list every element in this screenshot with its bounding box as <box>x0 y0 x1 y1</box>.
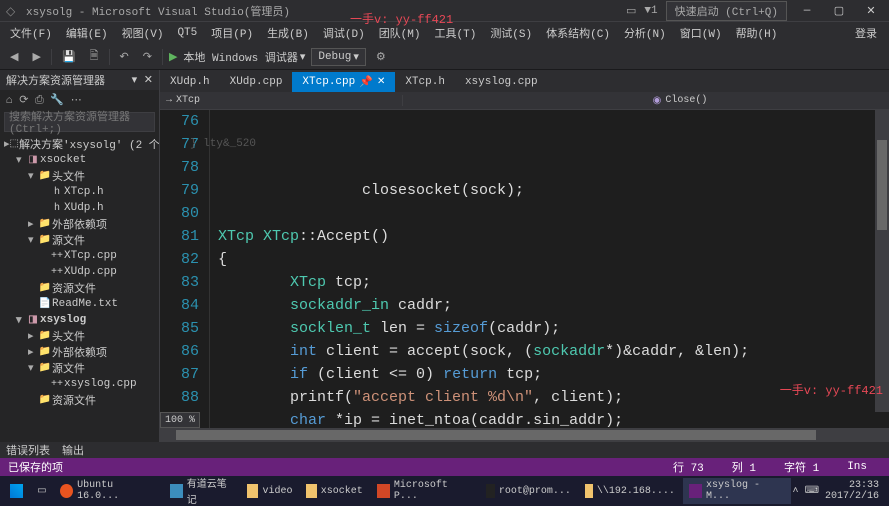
tab-xsyslog-cpp[interactable]: xsyslog.cpp <box>455 72 548 92</box>
debugger-dropdown[interactable]: 本地 Windows 调试器▾ <box>183 49 305 65</box>
solution-tree: ▸⬚解决方案'xsysolg' (2 个项目) ▾◨xsocket ▾📁头文件 … <box>0 134 159 442</box>
nav-member[interactable]: ◉Close() <box>647 95 889 107</box>
save-all-button[interactable]: 🗎 <box>86 45 103 68</box>
tab-xtcp-cpp[interactable]: XTcp.cpp📌✕ <box>292 72 395 92</box>
status-col: 列 1 <box>718 459 770 475</box>
folder-headers[interactable]: ▾📁头文件 <box>0 168 159 184</box>
file-xsyslog-cpp[interactable]: ++xsyslog.cpp <box>0 376 159 392</box>
notification-icon[interactable]: ▭ <box>626 4 636 18</box>
menu-qt5[interactable]: QT5 <box>171 25 203 41</box>
solution-search[interactable]: 搜索解决方案资源管理器(Ctrl+;) <box>4 112 155 132</box>
nav-bar: →XTcp ◉Close() <box>160 92 889 110</box>
file-readme[interactable]: 📄ReadMe.txt <box>0 296 159 312</box>
save-button[interactable]: 💾 <box>58 48 80 66</box>
menu-edit[interactable]: 编辑(E) <box>60 23 114 43</box>
file-xtcp-cpp[interactable]: ++XTcp.cpp <box>0 248 159 264</box>
tray-ime-icon[interactable]: ⌨ <box>805 485 819 497</box>
login-button[interactable]: 登录 <box>855 25 885 41</box>
task-powerpoint[interactable]: Microsoft P... <box>371 478 479 504</box>
play-icon: ▶ <box>169 50 177 64</box>
editor-tabs: XUdp.h XUdp.cpp XTcp.cpp📌✕ XTcp.h xsyslo… <box>160 70 889 92</box>
back-button[interactable]: ◀ <box>6 48 22 66</box>
file-xudp-cpp[interactable]: ++XUdp.cpp <box>0 264 159 280</box>
menu-help[interactable]: 帮助(H) <box>730 23 784 43</box>
feedback-flag[interactable]: ▼1 <box>644 5 657 17</box>
zoom-level[interactable]: 100 % <box>160 412 200 428</box>
file-xudp-h[interactable]: hXUdp.h <box>0 200 159 216</box>
titlebar: ◇ xsysolg - Microsoft Visual Studio(管理员)… <box>0 0 889 22</box>
menu-arch[interactable]: 体系结构(C) <box>540 23 616 43</box>
toolbar: ◀ ▶ 💾 🗎 ↶ ↷ ▶ 本地 Windows 调试器▾ Debug▾ ⚙ <box>0 44 889 70</box>
folder-source-2[interactable]: ▾📁源文件 <box>0 360 159 376</box>
pin-icon[interactable]: 📌 <box>359 75 373 89</box>
pane-header[interactable]: 解决方案资源管理器▾ ✕ <box>0 70 159 90</box>
tab-xtcp-h[interactable]: XTcp.h <box>395 72 455 92</box>
status-message: 已保存的项 <box>8 459 63 475</box>
vs-icon: ◇ <box>6 4 20 18</box>
tab-xudp-cpp[interactable]: XUdp.cpp <box>220 72 293 92</box>
tray-up-icon[interactable]: ˄ <box>793 486 799 497</box>
task-youdao[interactable]: 有道云笔记 <box>164 478 240 504</box>
task-ubuntu[interactable]: Ubuntu 16.0... <box>54 478 162 504</box>
solution-root[interactable]: ▸⬚解决方案'xsysolg' (2 个项目) <box>0 136 159 152</box>
folder-external[interactable]: ▸📁外部依赖项 <box>0 216 159 232</box>
solution-toolbar[interactable]: ⌂ ⟳ ⎙ 🔧 ⋯ <box>0 90 159 110</box>
menu-view[interactable]: 视图(V) <box>116 23 170 43</box>
task-video[interactable]: video <box>241 478 298 504</box>
bottom-tabs: 错误列表 输出 <box>0 442 889 458</box>
tab-errors[interactable]: 错误列表 <box>6 442 50 458</box>
menu-debug[interactable]: 调试(D) <box>317 23 371 43</box>
folder-resource-2[interactable]: 📁资源文件 <box>0 392 159 408</box>
config-dropdown[interactable]: Debug▾ <box>311 48 366 66</box>
solution-explorer: 解决方案资源管理器▾ ✕ ⌂ ⟳ ⎙ 🔧 ⋯ 搜索解决方案资源管理器(Ctrl+… <box>0 70 160 442</box>
menu-analyze[interactable]: 分析(N) <box>618 23 672 43</box>
folder-source[interactable]: ▾📁源文件 <box>0 232 159 248</box>
menu-build[interactable]: 生成(B) <box>261 23 315 43</box>
folder-headers-2[interactable]: ▸📁头文件 <box>0 328 159 344</box>
folder-resource[interactable]: 📁资源文件 <box>0 280 159 296</box>
vscrollbar[interactable] <box>875 110 889 412</box>
menu-tools[interactable]: 工具(T) <box>429 23 483 43</box>
undo-button[interactable]: ↶ <box>116 48 133 66</box>
nav-scope[interactable]: →XTcp <box>160 95 403 106</box>
task-root[interactable]: root@prom... <box>480 478 576 504</box>
status-char: 字符 1 <box>770 459 833 475</box>
task-network[interactable]: \\192.168.... <box>579 478 681 504</box>
tool-icon[interactable]: ⚙ <box>372 48 390 66</box>
file-xtcp-h[interactable]: hXTcp.h <box>0 184 159 200</box>
editor-area: XUdp.h XUdp.cpp XTcp.cpp📌✕ XTcp.h xsyslo… <box>160 70 889 442</box>
quick-launch[interactable]: 快速启动 (Ctrl+Q) <box>666 1 787 21</box>
clock[interactable]: 23:332017/2/16 <box>825 480 879 502</box>
status-bar: 已保存的项 行 73 列 1 字符 1 Ins <box>0 458 889 476</box>
redo-button[interactable]: ↷ <box>139 48 156 66</box>
menu-project[interactable]: 项目(P) <box>205 23 259 43</box>
task-vs[interactable]: xsyslog - M... <box>683 478 791 504</box>
start-button[interactable] <box>4 478 29 504</box>
tab-output[interactable]: 输出 <box>62 442 84 458</box>
project-xsyslog[interactable]: ▾◨xsyslog <box>0 312 159 328</box>
taskbar: ▭ Ubuntu 16.0... 有道云笔记 video xsocket Mic… <box>0 476 889 506</box>
close-icon[interactable]: ✕ <box>377 76 385 88</box>
taskview-button[interactable]: ▭ <box>31 478 52 504</box>
menu-window[interactable]: 窗口(W) <box>674 23 728 43</box>
menu-team[interactable]: 团队(M) <box>373 23 427 43</box>
task-xsocket[interactable]: xsocket <box>300 478 368 504</box>
menubar: 文件(F) 编辑(E) 视图(V) QT5 项目(P) 生成(B) 调试(D) … <box>0 22 889 44</box>
hscrollbar[interactable] <box>160 428 889 442</box>
maximize-button[interactable]: ▢ <box>827 4 851 18</box>
project-xsocket[interactable]: ▾◨xsocket <box>0 152 159 168</box>
close-button[interactable]: ✕ <box>859 4 883 18</box>
status-line: 行 73 <box>659 459 718 475</box>
menu-file[interactable]: 文件(F) <box>4 23 58 43</box>
tab-xudp-h[interactable]: XUdp.h <box>160 72 220 92</box>
folder-external-2[interactable]: ▸📁外部依赖项 <box>0 344 159 360</box>
window-title: xsysolg - Microsoft Visual Studio(管理员) <box>26 3 290 19</box>
code-editor[interactable]: 767778798081828384858687888990 } lty&_52… <box>160 110 889 428</box>
minimize-button[interactable]: — <box>795 5 819 17</box>
status-ins: Ins <box>833 461 881 473</box>
menu-test[interactable]: 测试(S) <box>484 23 538 43</box>
forward-button[interactable]: ▶ <box>28 48 44 66</box>
code-text[interactable]: } lty&_520 closesocket(sock);XTcp XTcp::… <box>210 110 889 428</box>
line-gutter: 767778798081828384858687888990 <box>160 110 210 428</box>
